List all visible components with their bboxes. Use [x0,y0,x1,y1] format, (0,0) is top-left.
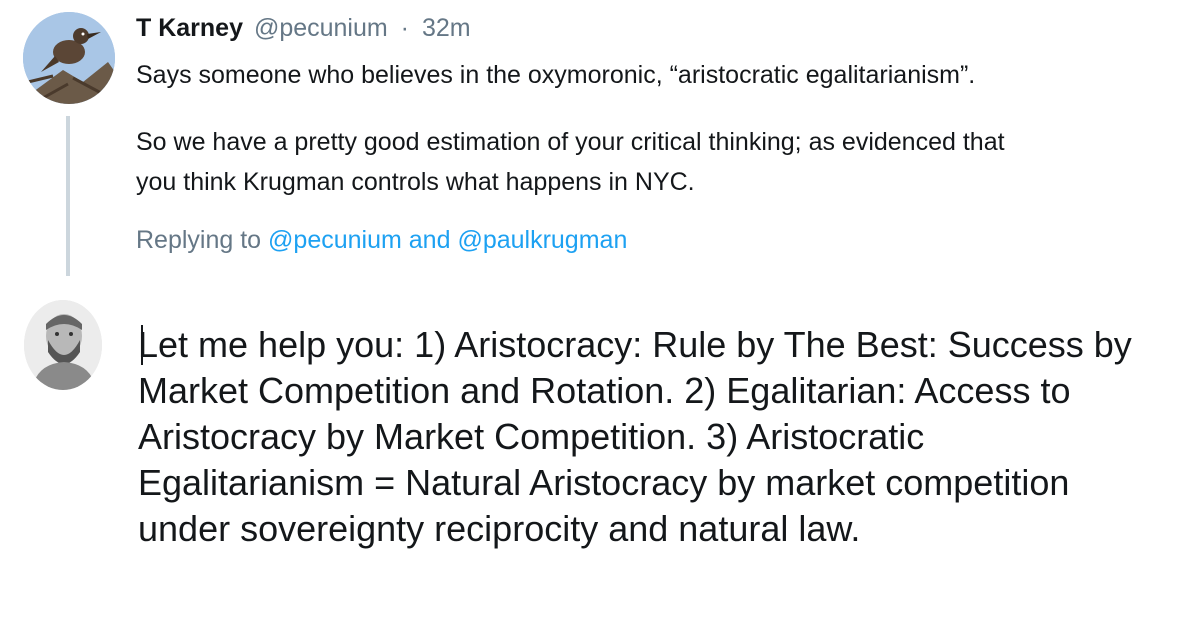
tweet-text-line-1: Says someone who believes in the oxymoro… [136,61,976,89]
original-tweet[interactable]: T Karney @pecunium · 32m Says someone wh… [0,0,1188,280]
user-avatar-icon [24,300,102,390]
author-name[interactable]: T Karney [136,14,243,42]
mention-link-1[interactable]: @pecunium [268,226,402,254]
text-cursor [141,325,143,365]
compose-line-2: Market Competition and Rotation. 2) Egal… [138,370,1071,411]
compose-line-4: Egalitarianism = Natural Aristocracy by … [138,462,1070,503]
bird-avatar-icon[interactable] [23,12,115,104]
mention-link-2[interactable]: @paulkrugman [457,226,627,254]
compose-line-5: under sovereignty reciprocity and natura… [138,508,861,549]
replying-to: Replying to @pecunium and @paulkrugman [136,226,627,255]
separator-dot: · [400,14,409,42]
tweet-timestamp[interactable]: 32m [422,14,471,42]
author-handle[interactable]: @pecunium [254,14,388,42]
tweet-header: T Karney @pecunium · 32m [136,14,471,43]
compose-line-1: Let me help you: 1) Aristocracy: Rule by… [138,324,1132,365]
compose-textarea[interactable]: Let me help you: 1) Aristocracy: Rule by… [138,322,1168,552]
tweet-text-line-3: you think Krugman controls what happens … [136,168,695,196]
tweet-text-line-2: So we have a pretty good estimation of y… [136,128,1005,156]
thread-connector-line [66,116,70,276]
compose-line-3: Aristocracy by Market Competition. 3) Ar… [138,416,925,457]
mention-conjunction[interactable]: and [409,226,451,254]
replying-to-label: Replying to [136,226,262,254]
